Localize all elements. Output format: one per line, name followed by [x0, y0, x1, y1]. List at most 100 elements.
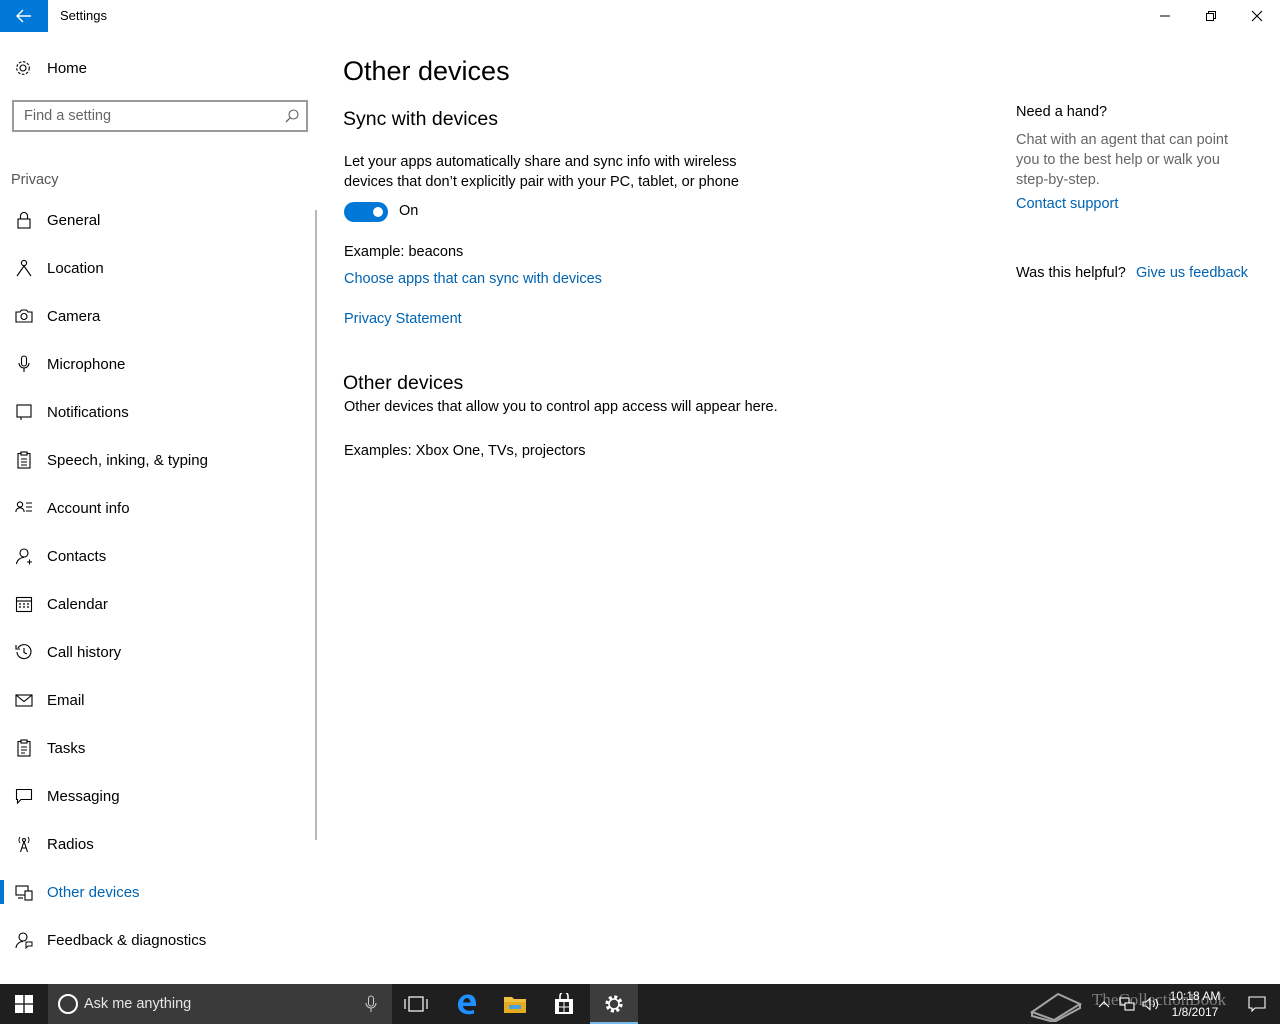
- minimize-button[interactable]: [1142, 0, 1188, 32]
- sidebar-item-contacts[interactable]: Contacts: [0, 532, 320, 580]
- location-person-icon: [16, 259, 32, 277]
- microphone-icon[interactable]: [364, 995, 378, 1013]
- close-button[interactable]: [1234, 0, 1280, 32]
- store-icon: [555, 993, 573, 1014]
- home-label: Home: [47, 60, 88, 77]
- sidebar-item-label: Call history: [47, 644, 122, 661]
- sidebar-item-notifications[interactable]: Notifications: [0, 388, 320, 436]
- gear-icon: [16, 61, 30, 75]
- sidebar-item-email[interactable]: Email: [0, 676, 320, 724]
- toggle-knob: [373, 207, 383, 217]
- action-center-button[interactable]: [1234, 984, 1280, 1024]
- sidebar-item-label: Notifications: [47, 404, 129, 421]
- close-icon: [1251, 10, 1263, 22]
- sidebar-item-label: Contacts: [47, 548, 107, 565]
- sidebar-item-label: Calendar: [47, 596, 108, 613]
- file-explorer-button[interactable]: [491, 984, 539, 1024]
- sidebar-item-label: General: [47, 212, 101, 229]
- folder-icon: [504, 997, 526, 1013]
- privacy-statement-link[interactable]: Privacy Statement: [344, 311, 462, 327]
- sidebar-item-other-devices[interactable]: Other devices: [0, 868, 320, 916]
- example-beacons-text: Example: beacons: [344, 244, 464, 260]
- sidebar-item-speech[interactable]: Speech, inking, & typing: [0, 436, 320, 484]
- sidebar-item-label: Camera: [47, 308, 101, 325]
- task-view-icon: [404, 996, 428, 1012]
- sidebar-item-account-info[interactable]: Account info: [0, 484, 320, 532]
- lock-icon: [17, 211, 31, 229]
- taskbar-clock[interactable]: 10:18 AM 1/8/2017: [1160, 988, 1230, 1020]
- sidebar-scrollbar[interactable]: [315, 210, 317, 840]
- chevron-up-icon: [1098, 1001, 1110, 1008]
- sidebar-item-label: Tasks: [47, 740, 86, 757]
- back-button[interactable]: [0, 0, 48, 32]
- window-title: Settings: [60, 8, 107, 23]
- search-icon[interactable]: [284, 108, 300, 124]
- sidebar-item-location[interactable]: Location: [0, 244, 320, 292]
- sidebar-item-call-history[interactable]: Call history: [0, 628, 320, 676]
- edge-button[interactable]: [443, 984, 491, 1024]
- home-nav-item[interactable]: Home: [0, 48, 320, 88]
- cortana-search-box[interactable]: [48, 984, 392, 1024]
- sidebar-item-tasks[interactable]: Tasks: [0, 724, 320, 772]
- restore-button[interactable]: [1188, 0, 1234, 32]
- contact-support-link[interactable]: Contact support: [1016, 196, 1118, 212]
- sidebar-item-calendar[interactable]: Calendar: [0, 580, 320, 628]
- sidebar-item-label: Microphone: [47, 356, 126, 373]
- sidebar-item-label: Radios: [47, 836, 94, 853]
- feedback-icon: [15, 932, 33, 949]
- cortana-search-input[interactable]: [84, 992, 354, 1016]
- sidebar-item-label: Account info: [47, 500, 130, 517]
- privacy-nav-list: General Location Camera Microphone Notif…: [0, 196, 320, 964]
- back-arrow-icon: [16, 9, 31, 23]
- sync-devices-toggle[interactable]: [344, 202, 388, 222]
- task-view-button[interactable]: [392, 984, 440, 1024]
- notification-icon: [16, 404, 32, 420]
- devices-icon: [15, 885, 33, 901]
- sidebar-item-radios[interactable]: Radios: [0, 820, 320, 868]
- contacts-icon: [15, 548, 32, 565]
- clock-date: 1/8/2017: [1171, 1005, 1219, 1019]
- volume-tray-button[interactable]: [1140, 984, 1162, 1024]
- tasks-icon: [17, 739, 31, 757]
- sidebar-item-camera[interactable]: Camera: [0, 292, 320, 340]
- sidebar-item-label: Feedback & diagnostics: [47, 932, 207, 949]
- help-description: Chat with an agent that can point you to…: [1016, 132, 1229, 188]
- sync-devices-heading: Sync with devices: [343, 108, 498, 130]
- camera-icon: [15, 309, 33, 323]
- network-icon: [1119, 997, 1135, 1011]
- book-watermark-icon: [1029, 992, 1083, 1022]
- sidebar-item-messaging[interactable]: Messaging: [0, 772, 320, 820]
- show-hidden-icons-button[interactable]: [1094, 984, 1114, 1024]
- privacy-section-heading: Privacy: [11, 172, 59, 188]
- account-info-icon: [15, 501, 32, 513]
- other-devices-heading: Other devices: [343, 372, 464, 394]
- microphone-icon: [18, 355, 30, 372]
- sidebar-item-general[interactable]: General: [0, 196, 320, 244]
- messaging-icon: [15, 788, 33, 805]
- settings-search-box[interactable]: [12, 100, 308, 132]
- history-icon: [15, 644, 32, 660]
- toggle-state-label: On: [399, 203, 419, 219]
- main-content: Other devices Sync with devices Let your…: [320, 32, 1000, 984]
- page-title: Other devices: [343, 56, 510, 86]
- gear-icon: [605, 995, 623, 1013]
- examples-devices-text: Examples: Xbox One, TVs, projectors: [344, 443, 586, 459]
- sidebar-item-label: Location: [47, 260, 104, 277]
- settings-taskbar-button[interactable]: [590, 984, 638, 1024]
- sidebar-item-label: Messaging: [47, 788, 120, 805]
- network-tray-button[interactable]: [1116, 984, 1138, 1024]
- restore-icon: [1206, 11, 1216, 21]
- action-center-icon: [1248, 996, 1266, 1012]
- give-feedback-link[interactable]: Give us feedback: [1136, 265, 1248, 281]
- store-button[interactable]: [540, 984, 588, 1024]
- taskbar: TheCollectionBook 10:18 AM 1/8/2017: [0, 984, 1280, 1024]
- sidebar-item-microphone[interactable]: Microphone: [0, 340, 320, 388]
- settings-search-input[interactable]: [14, 102, 276, 130]
- choose-apps-sync-link[interactable]: Choose apps that can sync with devices: [344, 271, 602, 287]
- start-button[interactable]: [0, 984, 48, 1024]
- minimize-icon: [1160, 15, 1170, 17]
- email-icon: [15, 694, 33, 707]
- speaker-icon: [1142, 997, 1159, 1011]
- cortana-icon: [58, 994, 78, 1014]
- sidebar-item-feedback[interactable]: Feedback & diagnostics: [0, 916, 320, 964]
